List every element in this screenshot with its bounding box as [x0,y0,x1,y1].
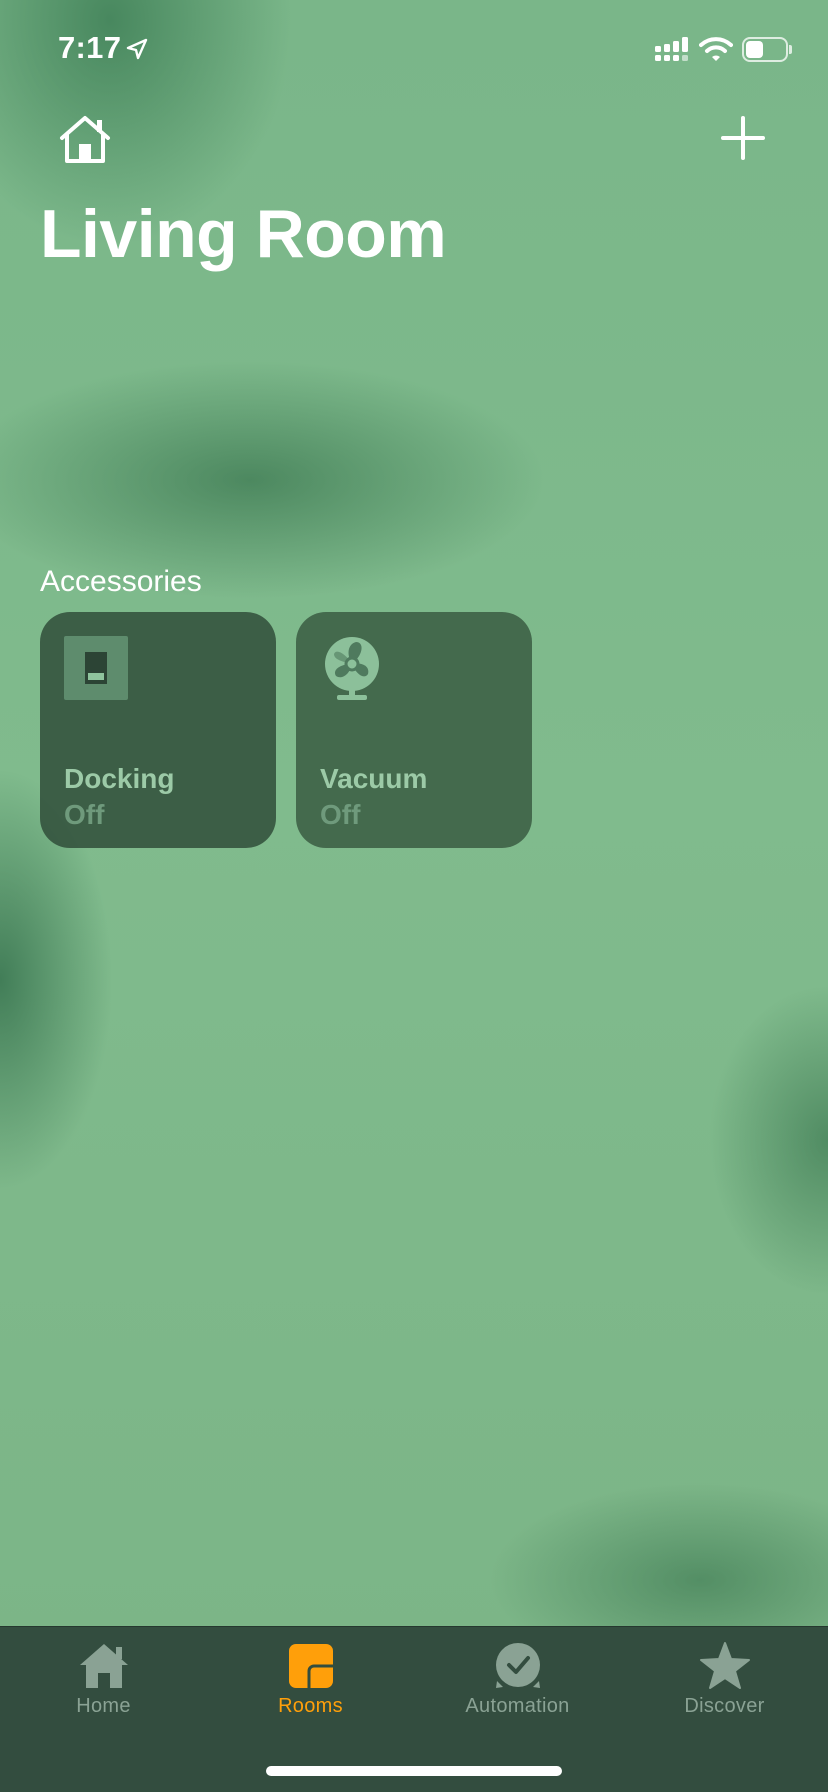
accessory-name: Vacuum [320,763,428,794]
tab-label: Automation [465,1695,570,1717]
star-icon [700,1642,750,1689]
accessory-tile-vacuum[interactable]: Vacuum Off [296,612,532,848]
home-settings-button[interactable] [56,114,114,168]
status-bar: 7:17 [0,0,828,100]
tab-label: Rooms [278,1695,343,1717]
page-title: Living Room [40,196,447,272]
accessories-section-title: Accessories [40,565,202,598]
tab-label: Home [76,1695,131,1717]
location-arrow-icon [126,38,148,60]
wifi-icon [699,37,733,61]
battery-icon [742,37,792,62]
rooms-icon [289,1644,333,1688]
tab-automation[interactable]: Automation [414,1627,621,1727]
tab-discover[interactable]: Discover [621,1627,828,1727]
cellular-signal-icon [655,37,688,61]
tab-rooms[interactable]: Rooms [207,1627,414,1727]
accessory-state: Off [320,799,361,830]
accessory-state: Off [64,799,105,830]
battery-level-fill [746,41,763,58]
tab-label: Discover [684,1695,765,1717]
add-button[interactable] [718,113,768,163]
status-time: 7:17 [58,30,122,65]
fan-icon [325,637,379,700]
accessory-tile-docking[interactable]: Docking Off [40,612,276,848]
house-fill-icon [80,1644,128,1688]
accessory-name: Docking [64,763,175,794]
tab-home[interactable]: Home [0,1627,207,1727]
house-icon [60,116,110,163]
home-indicator [266,1766,562,1776]
plus-icon [721,116,765,160]
clock-check-icon [496,1643,540,1688]
switch-icon [64,636,128,700]
